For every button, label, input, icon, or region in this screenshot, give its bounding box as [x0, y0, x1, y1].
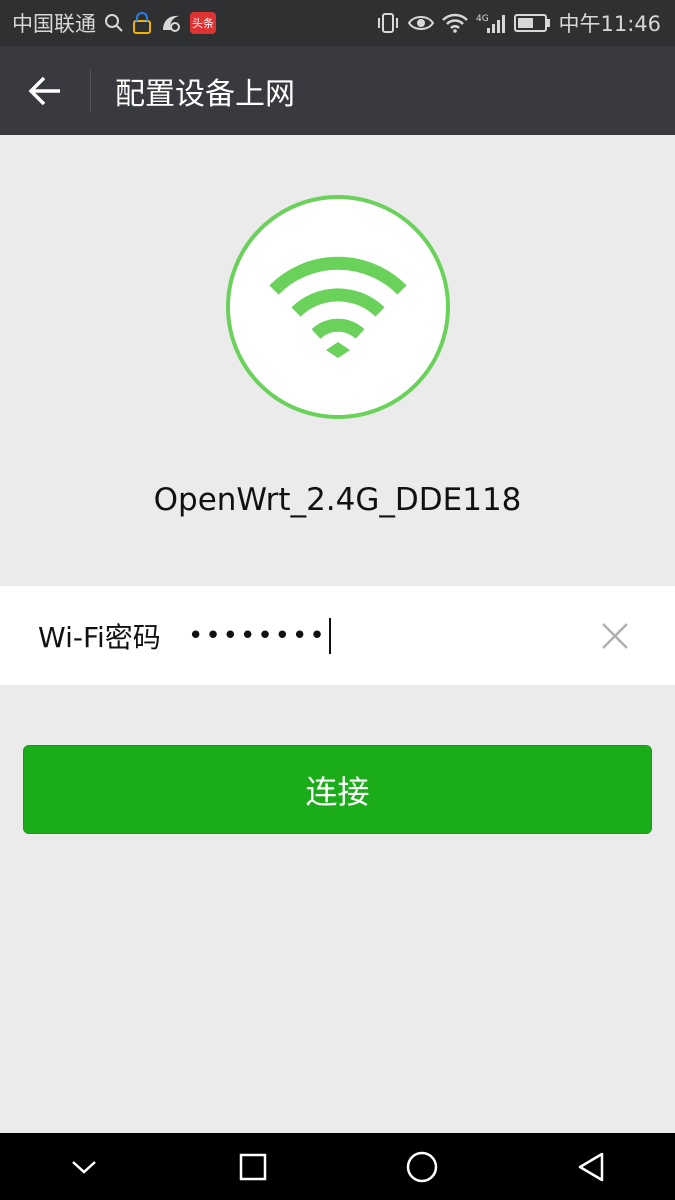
search-icon [104, 11, 124, 35]
signal-icon: 4G [476, 11, 506, 35]
square-icon [239, 1153, 267, 1180]
wifi-icon [442, 11, 469, 35]
vibrate-icon [376, 11, 400, 35]
triangle-back-icon [578, 1152, 603, 1181]
uc-browser-icon [160, 11, 182, 35]
home-button[interactable] [387, 1137, 457, 1197]
carrier-label: 中国联通 [12, 12, 96, 36]
clock-label: 中午11:46 [558, 12, 661, 36]
network-type-label: 4G [476, 14, 489, 24]
hide-keyboard-button[interactable] [49, 1137, 119, 1197]
ssid-label: OpenWrt_2.4G_DDE118 [153, 482, 522, 518]
title-bar: 配置设备上网 [0, 46, 675, 135]
password-row: Wi-Fi密码 •••••••• [0, 586, 675, 685]
clear-password-button[interactable] [575, 596, 655, 676]
password-input[interactable]: •••••••• [188, 617, 575, 654]
chevron-down-icon [72, 1160, 97, 1174]
status-bar-right: 4G 中午11:46 [376, 8, 661, 38]
back-button[interactable] [0, 46, 90, 135]
wifi-badge [226, 195, 450, 419]
status-bar: 中国联通 头条 4G 中午11:46 [0, 0, 675, 46]
text-caret [328, 617, 331, 654]
battery-icon [514, 11, 551, 35]
lock-icon [132, 11, 152, 35]
status-bar-left: 中国联通 头条 [12, 8, 216, 38]
circle-icon [406, 1151, 438, 1182]
eye-icon [408, 11, 435, 35]
navigation-bar [0, 1133, 675, 1200]
password-label: Wi-Fi密码 [38, 620, 161, 654]
password-value: •••••••• [188, 620, 327, 651]
title-divider [90, 69, 91, 112]
arrow-left-icon [28, 76, 60, 105]
back-nav-button[interactable] [556, 1137, 626, 1197]
screen: 中国联通 头条 4G 中午11:46 配置设备上网 OpenWrt_2.4G_D… [0, 0, 675, 1200]
close-icon [602, 622, 628, 649]
toutiao-icon: 头条 [190, 12, 216, 34]
connect-button[interactable]: 连接 [23, 745, 652, 834]
recents-button[interactable] [218, 1137, 288, 1197]
page-title: 配置设备上网 [115, 76, 295, 112]
wifi-icon [269, 256, 407, 358]
